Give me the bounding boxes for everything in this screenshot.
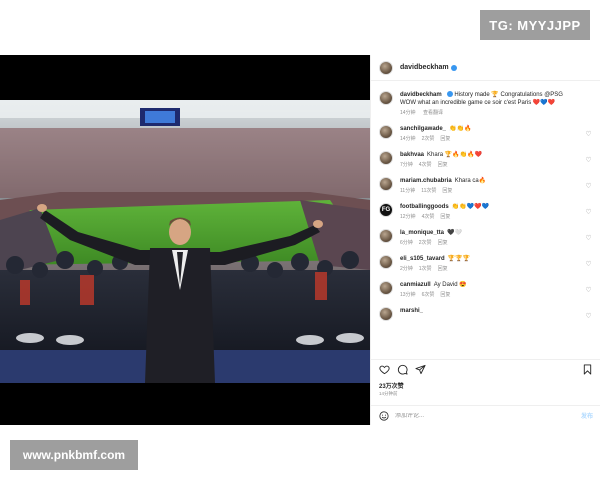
likes-count[interactable]: 23万次赞: [379, 381, 404, 390]
commenter-avatar[interactable]: [379, 307, 393, 321]
comment-text: Khara 🏆🔥👏🔥❤️: [427, 152, 483, 158]
comment-time: 14分钟: [400, 136, 416, 142]
comment-item: eli_s105_tavard 🏆🏆🏆 2分钟 1次赞 回复 ♡: [379, 255, 592, 272]
comment-likes[interactable]: 4次赞: [422, 214, 435, 220]
comment-username[interactable]: bakhvaa: [400, 152, 424, 158]
comment-likes[interactable]: 11次赞: [421, 188, 436, 194]
emoji-icon[interactable]: [379, 410, 389, 421]
post-header: davidbeckham: [371, 55, 600, 81]
commenter-avatar[interactable]: [379, 229, 393, 243]
share-icon[interactable]: [415, 364, 426, 375]
watermark-top: TG: MYYJJPP: [480, 10, 590, 40]
heart-icon[interactable]: [379, 364, 390, 375]
comment-heart-icon[interactable]: ♡: [585, 183, 592, 190]
comment-username[interactable]: eli_s105_tavard: [400, 256, 445, 262]
comment-likes[interactable]: 4次赞: [419, 162, 432, 168]
comment-time: 2分钟: [400, 266, 413, 272]
comment-username[interactable]: canmiazull: [400, 282, 431, 288]
author-username[interactable]: davidbeckham: [400, 64, 449, 71]
reply-link[interactable]: 回复: [438, 162, 448, 168]
comment-text: 👏👏🔥: [449, 126, 472, 132]
bookmark-icon[interactable]: [582, 364, 593, 375]
comment-username[interactable]: la_monique_tta: [400, 230, 444, 236]
comment-item: mariam.chubabria Khara ca🔥 11分钟 11次赞 回复 ♡: [379, 177, 592, 194]
action-bar: [371, 359, 600, 379]
comment-username[interactable]: sanchilgawade_: [400, 126, 446, 132]
comment-heart-icon[interactable]: ♡: [585, 261, 592, 268]
comment-time: 6分钟: [400, 240, 413, 246]
comment-likes[interactable]: 6次赞: [422, 292, 435, 298]
commenter-avatar[interactable]: FG: [379, 203, 393, 217]
reply-link[interactable]: 回复: [442, 188, 452, 194]
post-date: 14分钟前: [379, 391, 398, 396]
author-avatar[interactable]: [379, 91, 393, 105]
post-sidebar: davidbeckham davidbeckham History made 🏆…: [370, 55, 600, 425]
post-media[interactable]: [0, 55, 370, 425]
caption-time: 14分钟: [400, 110, 416, 116]
comment-item: sanchilgawade_ 👏👏🔥 14分钟 2次赞 回复 ♡: [379, 125, 592, 142]
author-avatar[interactable]: [379, 60, 393, 75]
comment-item: canmiazull Ay David 😍 13分钟 6次赞 回复 ♡: [379, 281, 592, 298]
comment-username[interactable]: mariam.chubabria: [400, 178, 452, 184]
translate-link[interactable]: 查看翻译: [423, 110, 443, 116]
comment-heart-icon[interactable]: ♡: [585, 209, 592, 216]
comment-heart-icon[interactable]: ♡: [585, 157, 592, 164]
comment-heart-icon[interactable]: ♡: [585, 131, 592, 138]
reply-link[interactable]: 回复: [440, 214, 450, 220]
commenter-avatar[interactable]: [379, 177, 393, 191]
comment-heart-icon[interactable]: ♡: [585, 287, 592, 294]
comment-text: Ay David 😍: [433, 282, 467, 288]
comment-item: bakhvaa Khara 🏆🔥👏🔥❤️ 7分钟 4次赞 回复 ♡: [379, 151, 592, 168]
comment-text: 🖤🤍: [447, 230, 462, 236]
commenter-avatar[interactable]: [379, 125, 393, 139]
reply-link[interactable]: 回复: [438, 266, 448, 272]
commenter-avatar[interactable]: [379, 255, 393, 269]
add-comment-bar: 发布: [371, 405, 600, 425]
comment-item: la_monique_tta 🖤🤍 6分钟 2次赞 回复 ♡: [379, 229, 592, 246]
comment-time: 12分钟: [400, 214, 416, 220]
commenter-avatar[interactable]: [379, 151, 393, 165]
reply-link[interactable]: 回复: [438, 240, 448, 246]
comment-username[interactable]: marshi_: [400, 308, 423, 314]
verified-icon: [446, 91, 453, 98]
comment-item: FG footballinggoods 👏👏💙❤️💙 12分钟 4次赞 回复 ♡: [379, 203, 592, 220]
comment-heart-icon[interactable]: ♡: [585, 313, 592, 320]
comment-likes[interactable]: 1次赞: [419, 266, 432, 272]
comment-time: 11分钟: [400, 188, 416, 194]
verified-icon: [450, 64, 457, 71]
reply-link[interactable]: 回复: [440, 136, 450, 142]
comments-list: davidbeckham History made 🏆 Congratulati…: [371, 81, 600, 347]
comment-likes[interactable]: 2次赞: [419, 240, 432, 246]
comment-time: 7分钟: [400, 162, 413, 168]
comment-text: 🏆🏆🏆: [447, 256, 471, 262]
comment-username[interactable]: footballinggoods: [400, 204, 449, 210]
comment-icon[interactable]: [397, 364, 408, 375]
post-comment-button[interactable]: 发布: [581, 411, 593, 420]
reply-link[interactable]: 回复: [440, 292, 450, 298]
watermark-bottom: www.pnkbmf.com: [10, 440, 138, 470]
comment-text: 👏👏💙❤️💙: [451, 204, 490, 210]
post-caption: davidbeckham History made 🏆 Congratulati…: [379, 91, 592, 116]
comment-text: Khara ca🔥: [454, 178, 487, 184]
comment-likes[interactable]: 2次赞: [422, 136, 435, 142]
comment-heart-icon[interactable]: ♡: [585, 235, 592, 242]
comment-input[interactable]: [395, 412, 581, 419]
stadium-photo: [0, 100, 370, 383]
instagram-post: davidbeckham davidbeckham History made 🏆…: [0, 55, 600, 425]
comment-item: marshi_ ♡: [379, 307, 592, 321]
comment-time: 13分钟: [400, 292, 416, 298]
commenter-avatar[interactable]: [379, 281, 393, 295]
caption-username[interactable]: davidbeckham: [400, 92, 442, 98]
